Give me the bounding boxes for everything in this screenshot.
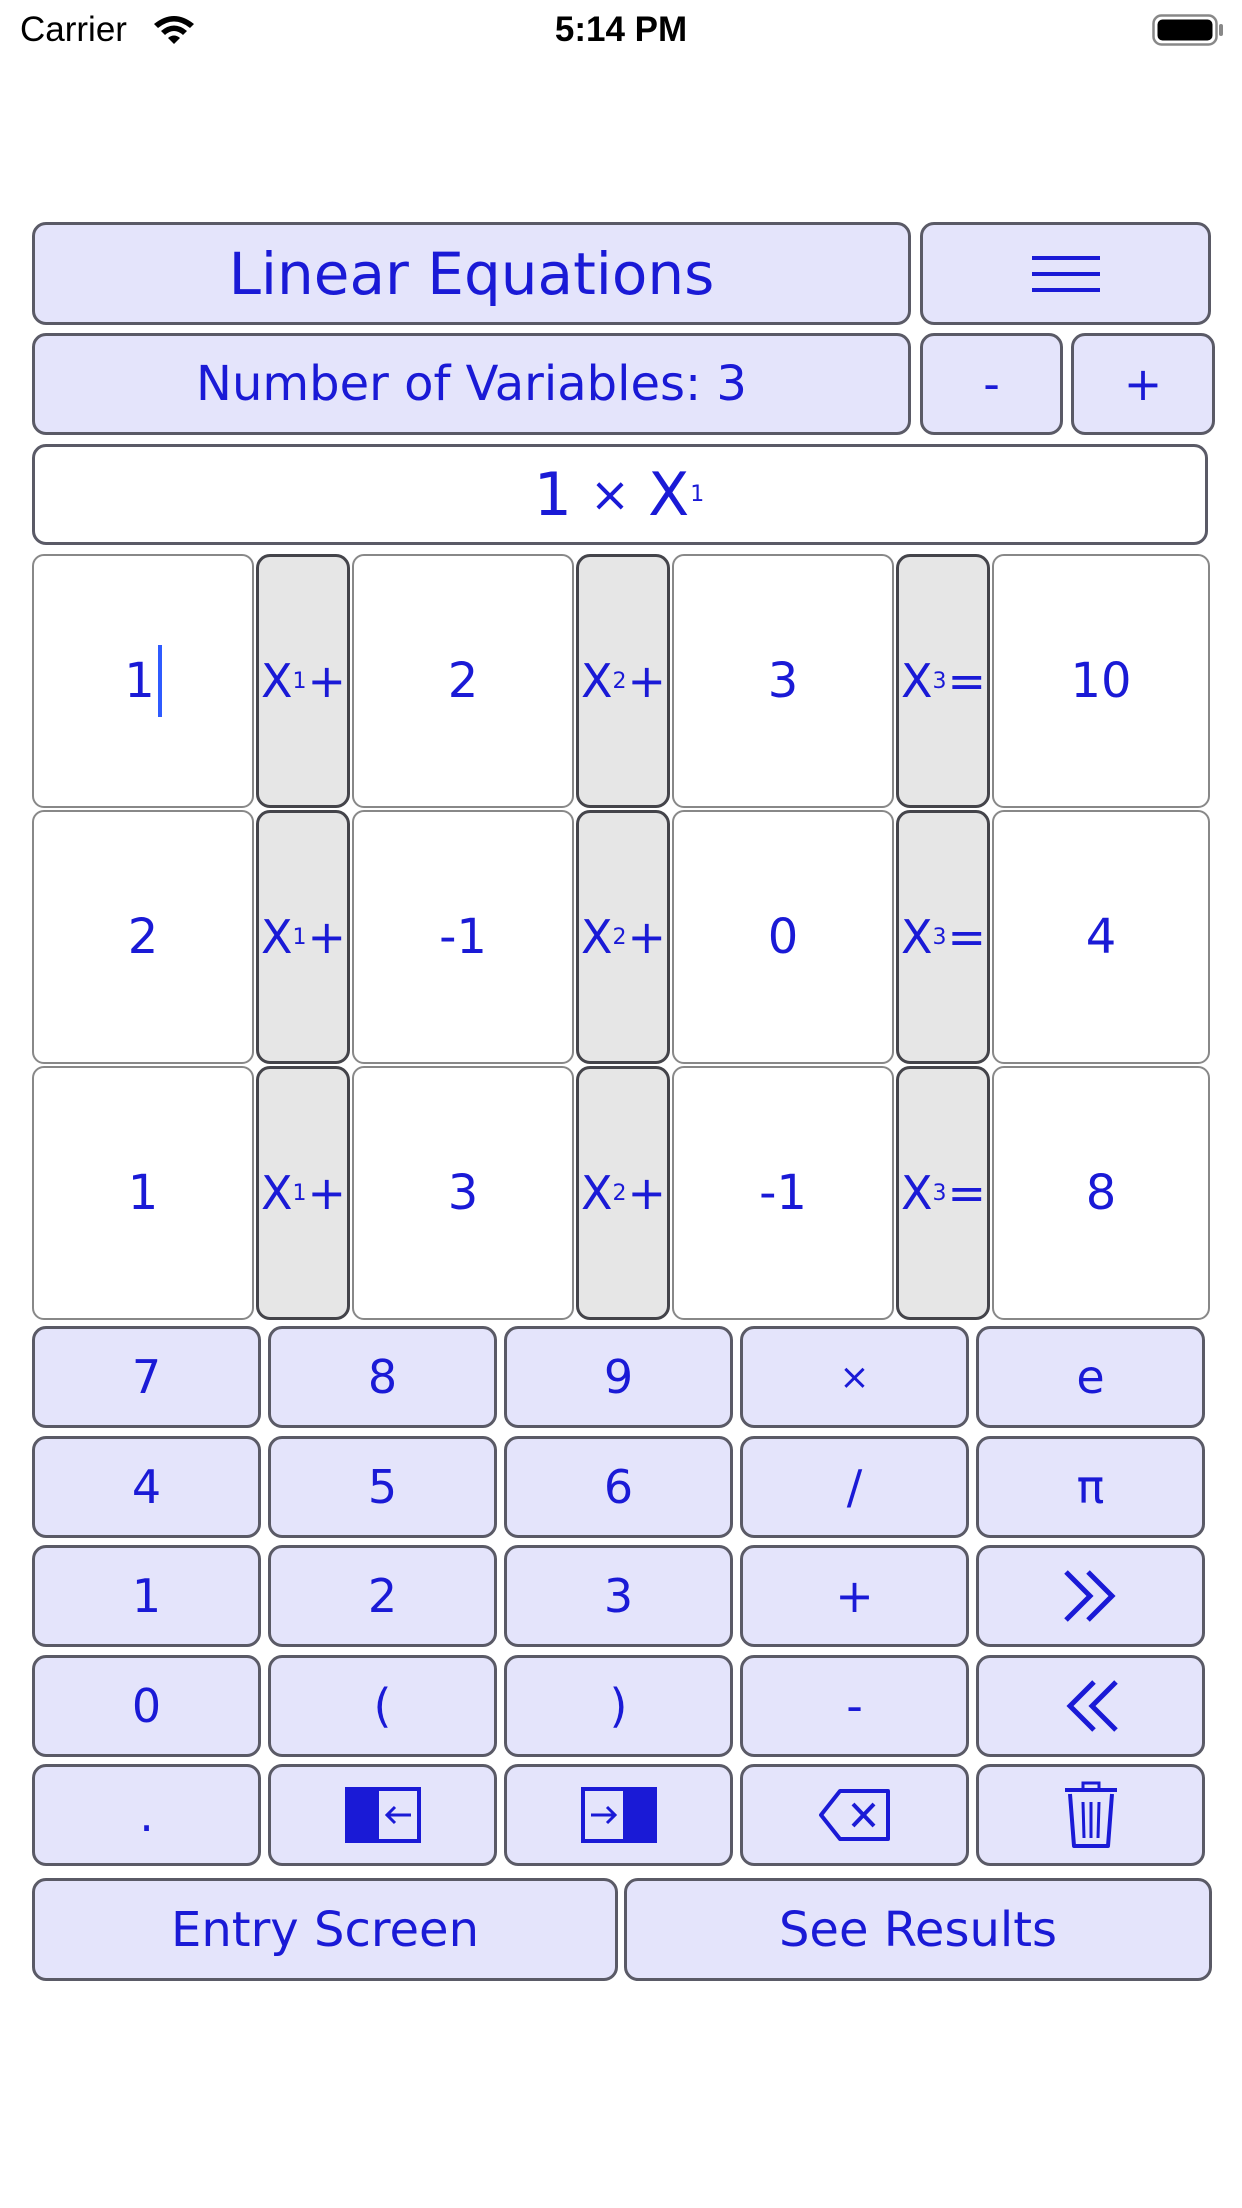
coefficient-cell-r2-c1[interactable]: 2 <box>32 810 254 1064</box>
display-coefficient: 1 <box>533 459 572 530</box>
hamburger-menu-icon <box>1031 255 1100 292</box>
see-results-button[interactable]: See Results <box>624 1878 1212 1981</box>
cell-value: -1 <box>439 909 487 965</box>
cell-value: 1 <box>124 653 155 709</box>
backspace-button[interactable] <box>740 1764 969 1866</box>
expression-display: 1 × X1 <box>32 444 1208 545</box>
display-subscript: 1 <box>690 482 705 507</box>
title-button[interactable]: Linear Equations <box>32 222 911 325</box>
battery-icon <box>1152 14 1223 46</box>
key-1[interactable]: 1 <box>32 1545 261 1647</box>
variable-label-x2: X 2 + <box>576 554 670 808</box>
variables-label: Number of Variables: 3 <box>196 356 747 412</box>
entry-screen-button[interactable]: Entry Screen <box>32 1878 618 1981</box>
move-left-icon <box>344 1787 421 1843</box>
trash-icon <box>1064 1781 1117 1848</box>
cell-value: 2 <box>447 653 479 709</box>
key-multiply[interactable]: × <box>740 1326 969 1428</box>
page-title: Linear Equations <box>228 239 715 308</box>
key-7[interactable]: 7 <box>32 1326 261 1428</box>
key-decimal[interactable]: . <box>32 1764 261 1866</box>
key-divide[interactable]: / <box>740 1436 969 1538</box>
variable-label-x2: X 2 + <box>576 810 670 1064</box>
move-cursor-left-button[interactable] <box>268 1764 497 1866</box>
key-open-paren[interactable]: ( <box>268 1655 497 1757</box>
decrement-label: - <box>983 357 1000 411</box>
cell-value: 4 <box>1085 909 1117 965</box>
double-chevron-right-icon <box>1063 1570 1116 1622</box>
previous-cell-button[interactable] <box>976 1655 1205 1757</box>
backspace-icon <box>818 1789 890 1841</box>
key-4[interactable]: 4 <box>32 1436 261 1538</box>
coefficient-cell-r2-c3[interactable]: 0 <box>672 810 894 1064</box>
increment-variables-button[interactable]: + <box>1071 333 1215 435</box>
key-3[interactable]: 3 <box>504 1545 733 1647</box>
key-close-paren[interactable]: ) <box>504 1655 733 1757</box>
double-chevron-left-icon <box>1065 1680 1118 1732</box>
key-e[interactable]: e <box>976 1326 1205 1428</box>
move-right-icon <box>580 1787 657 1843</box>
coefficient-cell-r1-c2[interactable]: 2 <box>352 554 574 808</box>
cell-value: 8 <box>1085 1165 1117 1221</box>
clear-button[interactable] <box>976 1764 1205 1866</box>
result-cell-r2[interactable]: 4 <box>992 810 1210 1064</box>
status-bar: Carrier 5:14 PM <box>0 0 1242 60</box>
result-cell-r1[interactable]: 10 <box>992 554 1210 808</box>
key-plus[interactable]: + <box>740 1545 969 1647</box>
display-variable: X <box>648 459 690 530</box>
result-cell-r3[interactable]: 8 <box>992 1066 1210 1320</box>
move-cursor-right-button[interactable] <box>504 1764 733 1866</box>
cell-value: 2 <box>127 909 159 965</box>
display-operator: × <box>589 466 631 523</box>
coefficient-cell-r2-c2[interactable]: -1 <box>352 810 574 1064</box>
increment-label: + <box>1123 357 1163 411</box>
variable-label-x1: X 1 + <box>256 554 350 808</box>
text-cursor <box>157 645 162 717</box>
key-0[interactable]: 0 <box>32 1655 261 1757</box>
variable-label-x3: X 3 = <box>896 554 990 808</box>
next-cell-button[interactable] <box>976 1545 1205 1647</box>
coefficient-cell-r3-c3[interactable]: -1 <box>672 1066 894 1320</box>
status-time: 5:14 PM <box>554 10 688 49</box>
variable-label-x1: X 1 + <box>256 810 350 1064</box>
cell-value: 1 <box>127 1165 159 1221</box>
cell-value: 3 <box>767 653 799 709</box>
coefficient-cell-r1-c1[interactable]: 1 <box>32 554 254 808</box>
key-5[interactable]: 5 <box>268 1436 497 1538</box>
variable-label-x3: X 3 = <box>896 810 990 1064</box>
cell-value: -1 <box>759 1165 807 1221</box>
coefficient-cell-r1-c3[interactable]: 3 <box>672 554 894 808</box>
number-of-variables-label: Number of Variables: 3 <box>32 333 911 435</box>
decrement-variables-button[interactable]: - <box>920 333 1063 435</box>
cell-value: 0 <box>767 909 799 965</box>
cell-value: 3 <box>447 1165 479 1221</box>
key-minus[interactable]: - <box>740 1655 969 1757</box>
cell-value: 10 <box>1070 653 1132 709</box>
variable-label-x1: X 1 + <box>256 1066 350 1320</box>
menu-button[interactable] <box>920 222 1211 325</box>
coefficient-cell-r3-c2[interactable]: 3 <box>352 1066 574 1320</box>
see-results-label: See Results <box>778 1901 1058 1958</box>
key-6[interactable]: 6 <box>504 1436 733 1538</box>
key-2[interactable]: 2 <box>268 1545 497 1647</box>
key-pi[interactable]: π <box>976 1436 1205 1538</box>
coefficient-cell-r3-c1[interactable]: 1 <box>32 1066 254 1320</box>
variable-label-x3: X 3 = <box>896 1066 990 1320</box>
entry-screen-label: Entry Screen <box>171 1901 479 1958</box>
key-8[interactable]: 8 <box>268 1326 497 1428</box>
key-9[interactable]: 9 <box>504 1326 733 1428</box>
variable-label-x2: X 2 + <box>576 1066 670 1320</box>
